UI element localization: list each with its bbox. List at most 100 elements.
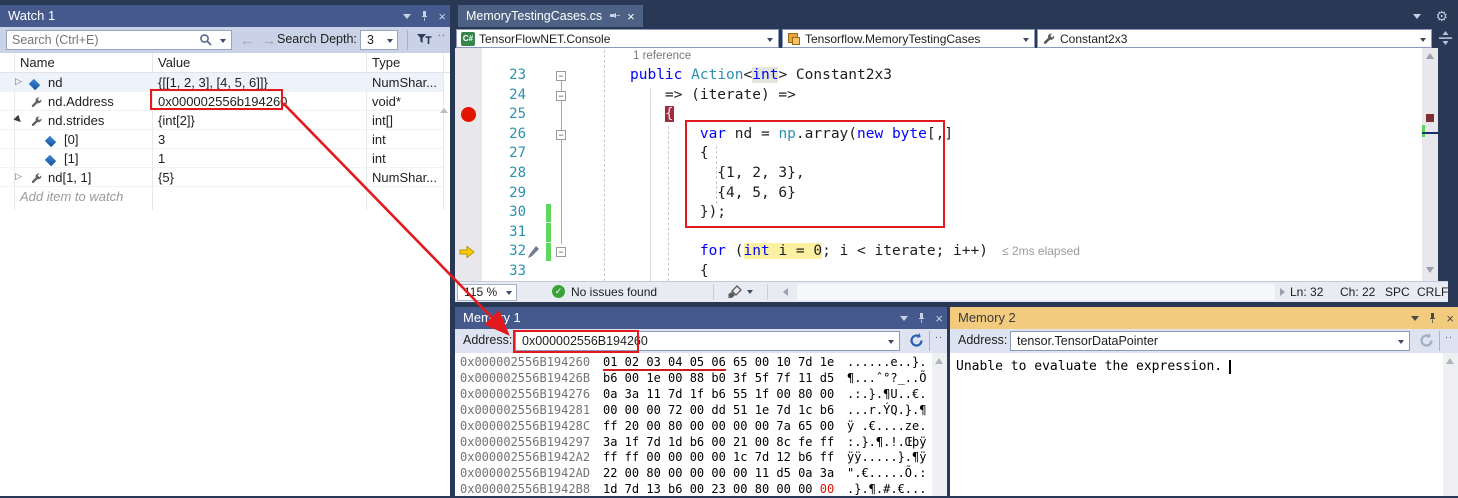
- watch-row[interactable]: ▶nd.strides{int[2]}int[]: [0, 111, 443, 130]
- memory1-scrollbar[interactable]: [932, 353, 947, 496]
- code-cleanup-icon[interactable]: [727, 285, 743, 299]
- status-line-ending[interactable]: CRLF: [1417, 285, 1448, 299]
- line-number: 32: [482, 242, 526, 262]
- scroll-up-icon[interactable]: [440, 108, 448, 113]
- code-line[interactable]: 24− => (iterate) =>: [455, 86, 1448, 106]
- memory-row[interactable]: 0x000002556B19426001 02 03 04 05 06 65 0…: [455, 355, 947, 371]
- codelens-references[interactable]: 1 reference: [633, 50, 691, 62]
- memory1-hex-view[interactable]: 0x000002556B19426001 02 03 04 05 06 65 0…: [455, 353, 947, 496]
- code-line[interactable]: 26− var nd = np.array(new byte[,]: [455, 125, 1448, 145]
- line-number: 26: [482, 125, 526, 145]
- memory2-content[interactable]: Unable to evaluate the expression.: [950, 353, 1458, 496]
- watch-row[interactable]: [0]3int: [0, 130, 443, 149]
- refresh-icon[interactable]: [908, 332, 925, 349]
- close-icon[interactable]: ×: [1446, 312, 1454, 325]
- memory-row[interactable]: 0x000002556B19428100 00 00 72 00 dd 51 1…: [455, 403, 947, 419]
- split-editor-icon[interactable]: [1439, 31, 1452, 45]
- pin-icon[interactable]: [419, 10, 430, 22]
- memory2-titlebar[interactable]: Memory 2 ×: [950, 307, 1458, 329]
- column-header-type[interactable]: Type: [372, 55, 400, 70]
- filter-icon[interactable]: [416, 32, 432, 48]
- collapse-outline-icon[interactable]: −: [556, 71, 566, 81]
- memory2-scrollbar[interactable]: [1443, 353, 1458, 496]
- code-line[interactable]: 30 });: [455, 203, 1448, 223]
- expander-icon[interactable]: ▷: [15, 76, 22, 87]
- watch-grid-header[interactable]: Name Value Type: [0, 53, 450, 73]
- collapse-outline-icon[interactable]: −: [556, 130, 566, 140]
- code-line[interactable]: 31: [455, 223, 1448, 243]
- search-forward-icon[interactable]: →: [262, 32, 276, 48]
- member-dropdown[interactable]: Constant2x3: [1037, 29, 1432, 48]
- tab-memorytestingcases[interactable]: MemoryTestingCases.cs ×: [458, 5, 643, 27]
- editor-status-strip: 115 % ✓ No issues found Ln: 32 Ch: 22 SP…: [455, 281, 1448, 302]
- window-menu-icon[interactable]: [900, 316, 908, 321]
- status-insert-mode[interactable]: SPC: [1385, 285, 1410, 299]
- memory-row[interactable]: 0x000002556B1942A2ff ff 00 00 00 00 1c 7…: [455, 450, 947, 466]
- code-line[interactable]: 29 {4, 5, 6}: [455, 184, 1448, 204]
- memory-ascii: ÿÿ.....}.¶ÿ: [847, 450, 926, 466]
- scroll-down-icon[interactable]: [1426, 267, 1434, 273]
- watch-row[interactable]: ▷nd[1, 1]{5}NumShar...: [0, 168, 443, 187]
- scroll-left-icon[interactable]: [783, 288, 788, 296]
- memory-row[interactable]: 0x000002556B19428Cff 20 00 80 00 00 00 0…: [455, 419, 947, 435]
- code-line[interactable]: 33 {: [455, 262, 1448, 281]
- type-dropdown[interactable]: Tensorflow.MemoryTestingCases: [782, 29, 1035, 48]
- pin-icon[interactable]: [609, 10, 620, 22]
- pin-icon[interactable]: [916, 312, 927, 324]
- scroll-up-icon[interactable]: [1446, 358, 1454, 364]
- column-header-name[interactable]: Name: [20, 55, 55, 70]
- watch-titlebar[interactable]: Watch 1 ×: [0, 5, 450, 27]
- tab-list-icon[interactable]: [1413, 14, 1421, 19]
- collapse-outline-icon[interactable]: −: [556, 247, 566, 257]
- window-menu-icon[interactable]: [1411, 316, 1419, 321]
- scroll-up-icon[interactable]: [1426, 53, 1434, 59]
- editor-window: MemoryTestingCases.cs × ⚙ C# TensorFlowN…: [455, 0, 1458, 302]
- expander-icon[interactable]: ▶: [12, 113, 25, 126]
- annotation-underline-bytes: 01 02 03 04 05 06: [603, 355, 726, 371]
- close-icon[interactable]: ×: [438, 10, 446, 23]
- code-line[interactable]: 28 {1, 2, 3},: [455, 164, 1448, 184]
- search-back-icon[interactable]: ←: [240, 32, 254, 48]
- search-depth-select[interactable]: 3: [360, 30, 398, 50]
- search-input[interactable]: Search (Ctrl+E): [6, 30, 232, 50]
- memory-row[interactable]: 0x000002556B1942760a 3a 11 7d 1f b6 55 1…: [455, 387, 947, 403]
- expander-icon[interactable]: ▷: [15, 171, 22, 182]
- collapse-outline-icon[interactable]: −: [556, 91, 566, 101]
- toolbar-overflow[interactable]: ..: [935, 329, 943, 341]
- window-menu-icon[interactable]: [403, 14, 411, 19]
- memory-row[interactable]: 0x000002556B19426Bb6 00 1e 00 88 b0 3f 5…: [455, 371, 947, 387]
- horizontal-scrollbar[interactable]: [797, 284, 1275, 300]
- project-dropdown[interactable]: C# TensorFlowNET.Console: [456, 29, 779, 48]
- watch-row[interactable]: [1]1int: [0, 149, 443, 168]
- zoom-select[interactable]: 115 %: [457, 284, 517, 301]
- code-cleanup-options-icon[interactable]: [747, 290, 753, 294]
- memory1-titlebar[interactable]: Memory 1 ×: [455, 307, 947, 329]
- breakpoint-icon[interactable]: [461, 107, 476, 122]
- memory-row[interactable]: 0x000002556B1942AD22 00 80 00 00 00 00 1…: [455, 466, 947, 482]
- change-tracking-bar: [546, 243, 551, 262]
- add-watch-item[interactable]: Add item to watch: [20, 189, 123, 204]
- gear-icon[interactable]: ⚙: [1435, 9, 1448, 23]
- scroll-right-icon[interactable]: [1280, 288, 1285, 296]
- code-line[interactable]: 25 {: [455, 105, 1448, 125]
- toolbar-overflow[interactable]: ..: [1445, 329, 1453, 341]
- memory1-title: Memory 1: [463, 310, 521, 325]
- chevron-down-icon[interactable]: [1398, 340, 1404, 344]
- pin-icon[interactable]: [1427, 312, 1438, 324]
- memory-row[interactable]: 0x000002556B1942973a 1f 7d 1d b6 00 21 0…: [455, 435, 947, 451]
- perf-tip[interactable]: ≤ 2ms elapsed: [988, 244, 1080, 258]
- chevron-down-icon[interactable]: [888, 340, 894, 344]
- close-icon[interactable]: ×: [935, 312, 943, 325]
- code-line[interactable]: 27 {: [455, 144, 1448, 164]
- scroll-up-icon[interactable]: [935, 358, 943, 364]
- search-options-icon[interactable]: [220, 39, 226, 43]
- code-line[interactable]: 32− for (int i = 0; i < iterate; i++)≤ 2…: [455, 242, 1448, 262]
- toolbar-overflow[interactable]: ..: [438, 27, 446, 39]
- memory2-address-input[interactable]: tensor.TensorDataPointer: [1010, 331, 1410, 351]
- watch-type-cell: int[]: [372, 113, 393, 128]
- code-editor[interactable]: 1 reference 23−public Action<int> Constan…: [455, 48, 1448, 281]
- code-line[interactable]: 23−public Action<int> Constant2x3: [455, 66, 1448, 86]
- editor-vertical-scrollbar[interactable]: [1422, 48, 1438, 281]
- close-icon[interactable]: ×: [627, 10, 635, 23]
- column-header-value[interactable]: Value: [158, 55, 190, 70]
